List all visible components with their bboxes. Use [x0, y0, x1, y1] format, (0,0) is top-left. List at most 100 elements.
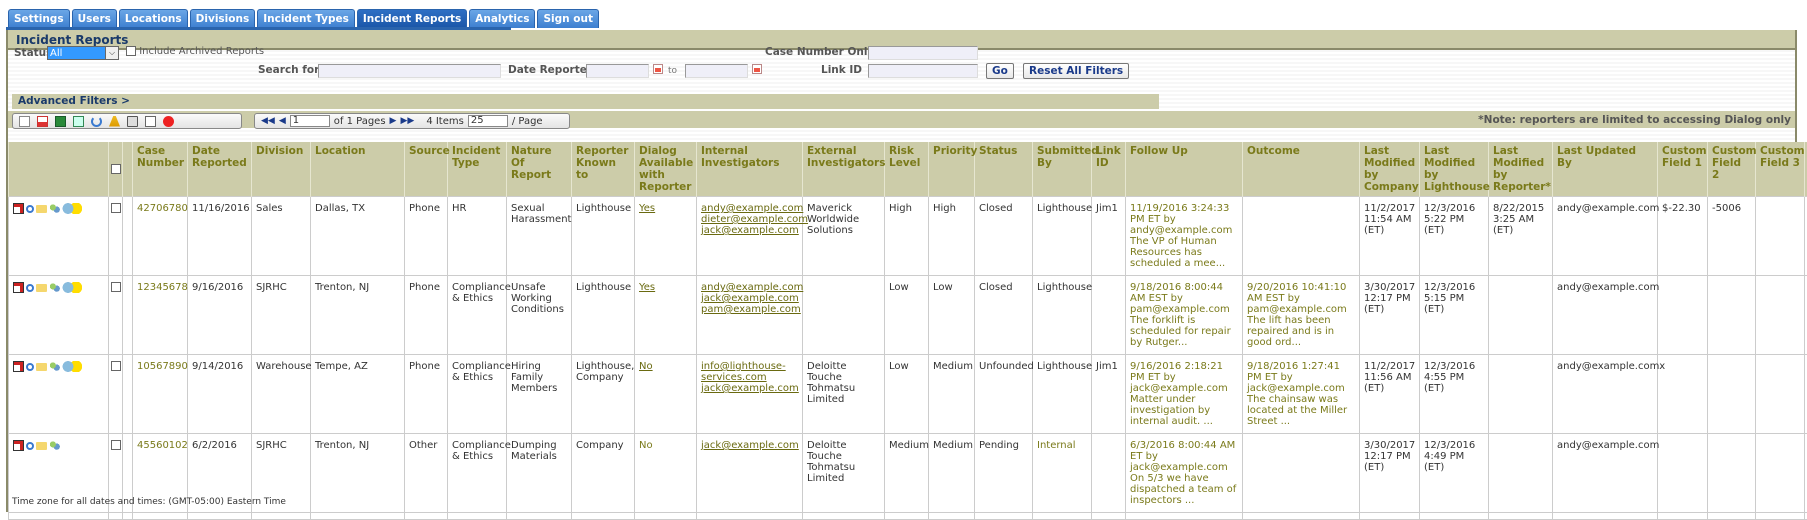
- follow-up-text[interactable]: 11/19/2016 3:24:33 PM ET by andy@example…: [1130, 203, 1232, 269]
- outcome-text[interactable]: 9/18/2016 1:27:41 PM ET by jack@example.…: [1247, 361, 1347, 427]
- page-size-input[interactable]: 25: [467, 115, 508, 127]
- tab-users[interactable]: Users: [71, 9, 117, 28]
- new-report-icon[interactable]: [19, 115, 30, 127]
- calendar-icon[interactable]: [752, 64, 762, 74]
- edit-icon[interactable]: [13, 282, 24, 293]
- date-to-input[interactable]: [685, 64, 748, 78]
- row-checkbox[interactable]: [111, 440, 121, 450]
- tab-locations[interactable]: Locations: [118, 9, 188, 28]
- refresh-icon[interactable]: [91, 115, 102, 127]
- include-archived-checkbox[interactable]: [126, 46, 136, 56]
- case-number-link[interactable]: 45560102: [137, 440, 188, 451]
- outcome-text[interactable]: 9/20/2016 10:41:10 AM EST by pam@example…: [1247, 282, 1347, 348]
- dialog-link[interactable]: Yes: [639, 203, 655, 214]
- column-header-case-number[interactable]: Case Number: [132, 142, 188, 197]
- export-icon[interactable]: [73, 115, 84, 127]
- last-page-icon[interactable]: ▶▶: [400, 116, 414, 126]
- dialog-icon[interactable]: [62, 282, 82, 293]
- link-id-input[interactable]: [868, 64, 978, 78]
- users-icon[interactable]: [49, 361, 60, 372]
- follow-up-text[interactable]: 9/16/2016 2:18:21 PM ET by jack@example.…: [1130, 361, 1228, 427]
- case-number-input[interactable]: [868, 46, 978, 60]
- investigator-link[interactable]: jack@example.com: [701, 225, 799, 236]
- view-icon[interactable]: [26, 204, 34, 213]
- tab-divisions[interactable]: Divisions: [189, 9, 256, 28]
- column-header-source[interactable]: Source: [404, 142, 450, 197]
- column-header-status[interactable]: Status: [974, 142, 1033, 197]
- investigator-link[interactable]: jack@example.com: [701, 383, 799, 394]
- column-header-link-id[interactable]: Link ID: [1091, 142, 1126, 197]
- tab-incident-reports[interactable]: Incident Reports: [356, 9, 468, 28]
- column-header-location[interactable]: Location: [310, 142, 405, 197]
- calendar-icon[interactable]: [653, 64, 663, 74]
- column-header-custom-field-2[interactable]: Custom Field 2: [1707, 142, 1757, 197]
- email-icon[interactable]: [145, 115, 156, 127]
- dialog-link[interactable]: Yes: [639, 282, 655, 293]
- advanced-filters-toggle[interactable]: Advanced Filters >: [12, 94, 1159, 109]
- first-page-icon[interactable]: ◀◀: [261, 116, 275, 126]
- tab-incident-types[interactable]: Incident Types: [257, 9, 355, 28]
- column-header-priority[interactable]: Priority: [928, 142, 977, 197]
- print-icon[interactable]: [127, 115, 138, 127]
- column-header-division[interactable]: Division: [251, 142, 311, 197]
- date-from-input[interactable]: [586, 64, 649, 78]
- column-header-outcome[interactable]: Outcome: [1242, 142, 1360, 197]
- investigator-link[interactable]: andy@example.com: [701, 282, 803, 293]
- tab-sign-out[interactable]: Sign out: [537, 9, 600, 28]
- column-header-custom-field-1[interactable]: Custom Field 1: [1657, 142, 1708, 197]
- users-icon[interactable]: [49, 440, 60, 451]
- investigator-link[interactable]: pam@example.com: [701, 304, 801, 315]
- column-header-risk-level[interactable]: Risk Level: [884, 142, 929, 197]
- case-number-link[interactable]: 42706780: [137, 203, 188, 214]
- view-icon[interactable]: [26, 283, 34, 292]
- search-stop-icon[interactable]: [163, 115, 174, 127]
- column-header-dialog-available-with-reporter[interactable]: Dialog Available with Reporter: [634, 142, 697, 197]
- pdf-export-icon[interactable]: [37, 115, 48, 127]
- users-icon[interactable]: [49, 203, 60, 214]
- dialog-icon[interactable]: [62, 203, 82, 214]
- search-input[interactable]: [318, 64, 501, 78]
- chevron-down-icon[interactable]: ⌵: [105, 46, 119, 60]
- go-button[interactable]: Go: [986, 63, 1014, 79]
- column-header-external-investigators[interactable]: External Investigators: [802, 142, 885, 197]
- next-page-icon[interactable]: ▶: [390, 116, 397, 126]
- tab-settings[interactable]: Settings: [8, 9, 70, 28]
- users-icon[interactable]: [49, 282, 60, 293]
- dialog-icon[interactable]: [62, 361, 82, 372]
- investigator-link[interactable]: jack@example.com: [701, 293, 799, 304]
- edit-icon[interactable]: [13, 361, 24, 372]
- edit-icon[interactable]: [13, 203, 24, 214]
- case-number-link[interactable]: 10567890: [137, 361, 188, 372]
- column-header-nature-of-report[interactable]: Nature Of Report: [506, 142, 572, 197]
- prev-page-icon[interactable]: ◀: [279, 116, 286, 126]
- row-checkbox[interactable]: [111, 282, 121, 292]
- view-icon[interactable]: [26, 362, 34, 371]
- follow-up-text[interactable]: 6/3/2016 8:00:44 AM ET by jack@example.c…: [1130, 440, 1236, 506]
- folder-icon[interactable]: [36, 362, 47, 371]
- include-archived[interactable]: Include Archived Reports: [126, 46, 264, 57]
- view-icon[interactable]: [26, 441, 34, 450]
- select-all-checkbox[interactable]: [111, 164, 121, 174]
- column-header-custom-field-3[interactable]: Custom Field 3: [1755, 142, 1805, 197]
- clear-filters-icon[interactable]: [109, 115, 120, 127]
- column-header-last-modified-by-reporter[interactable]: Last Modified by Reporter*: [1488, 142, 1553, 197]
- column-header-internal-investigators[interactable]: Internal Investigators: [696, 142, 803, 197]
- investigator-link[interactable]: jack@example.com: [701, 440, 799, 451]
- page-input[interactable]: 1: [289, 115, 330, 127]
- folder-icon[interactable]: [36, 283, 47, 292]
- column-header-date-reported[interactable]: Date Reported: [187, 142, 252, 197]
- case-number-link[interactable]: 12345678: [137, 282, 188, 293]
- excel-export-icon[interactable]: [55, 115, 66, 127]
- investigator-link[interactable]: dieter@example.com: [701, 214, 808, 225]
- column-header-last-modified-by-lighthouse[interactable]: Last Modified by Lighthouse: [1419, 142, 1490, 197]
- folder-icon[interactable]: [36, 204, 47, 213]
- edit-icon[interactable]: [13, 440, 24, 451]
- reset-filters-button[interactable]: Reset All Filters: [1023, 63, 1130, 79]
- column-header-last-updated-by[interactable]: Last Updated By: [1552, 142, 1658, 197]
- column-header-reporter-known-to[interactable]: Reporter Known to: [571, 142, 635, 197]
- row-checkbox[interactable]: [111, 361, 121, 371]
- folder-icon[interactable]: [36, 441, 47, 450]
- column-header-follow-up[interactable]: Follow Up: [1125, 142, 1243, 197]
- column-header-last-modified-by-company[interactable]: Last Modified by Company: [1359, 142, 1420, 197]
- investigator-link[interactable]: andy@example.com: [701, 203, 803, 214]
